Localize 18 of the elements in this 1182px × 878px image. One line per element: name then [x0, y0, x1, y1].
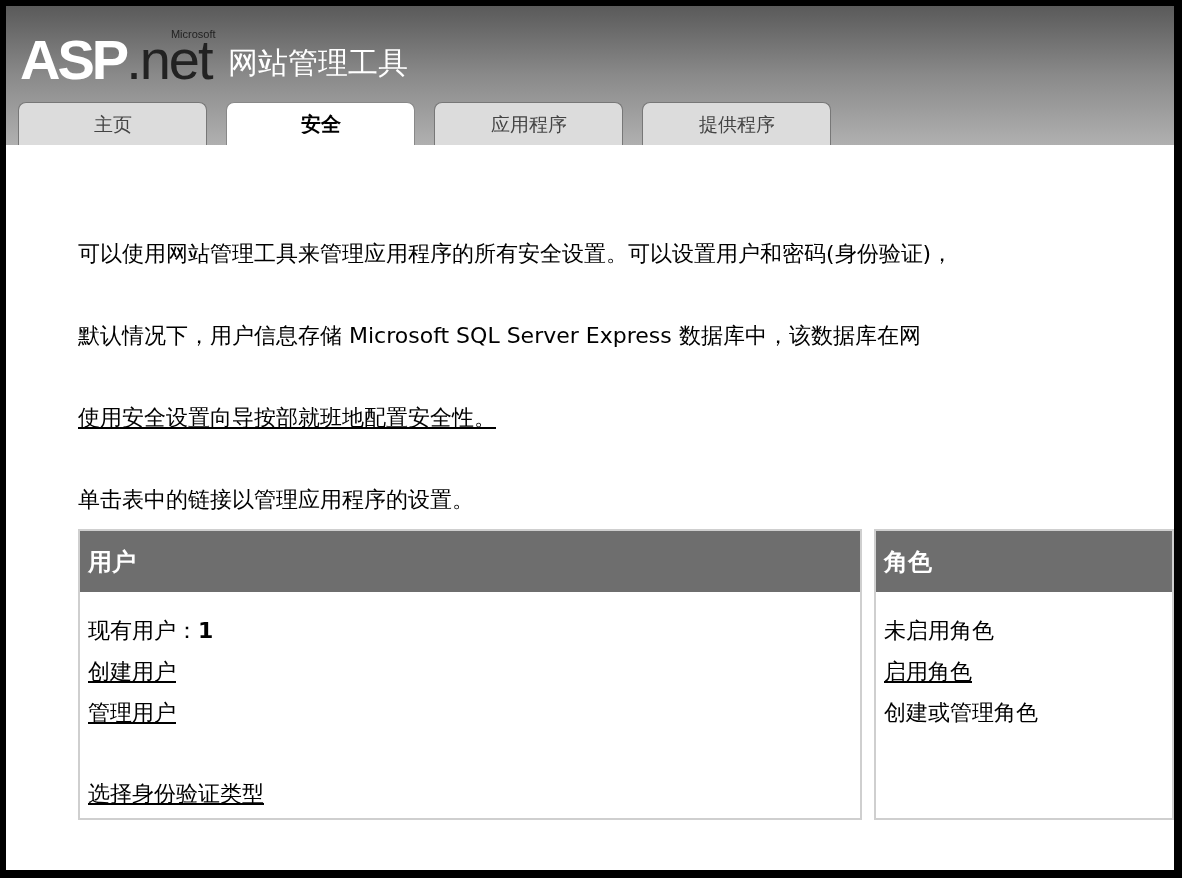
tab[interactable]: 主页	[18, 102, 207, 145]
paragraph-text: 默认情况下，用户信息存储 Microsoft SQL Server Express 数据库中，该数据库在网	[78, 323, 921, 349]
app-title: 网站管理工具	[227, 48, 408, 78]
panel-text: 未启用角色	[884, 617, 994, 645]
panel-text: 现有用户：1	[88, 617, 214, 645]
panel-header: 角色	[876, 531, 1172, 592]
panel-link[interactable]: 选择身份验证类型	[88, 773, 264, 814]
tab[interactable]: 安全	[226, 102, 415, 145]
panel-text: 创建或管理角色	[884, 699, 1038, 727]
panel-link[interactable]: 启用角色	[884, 651, 972, 692]
paragraph-text: 可以使用网站管理工具来管理应用程序的所有安全设置。可以设置用户和密码(身份验证)，	[78, 241, 954, 267]
tab[interactable]: 应用程序	[434, 102, 623, 145]
tab[interactable]: 提供程序	[642, 102, 831, 145]
panel-link[interactable]: 管理用户	[88, 692, 176, 733]
panel-header: 用户	[80, 531, 860, 592]
panel-link[interactable]: 创建用户	[88, 651, 176, 692]
wizard-link[interactable]: 使用安全设置向导按部就班地配置安全性。	[78, 405, 496, 431]
paragraph-text: 单击表中的链接以管理应用程序的设置。	[78, 487, 474, 513]
